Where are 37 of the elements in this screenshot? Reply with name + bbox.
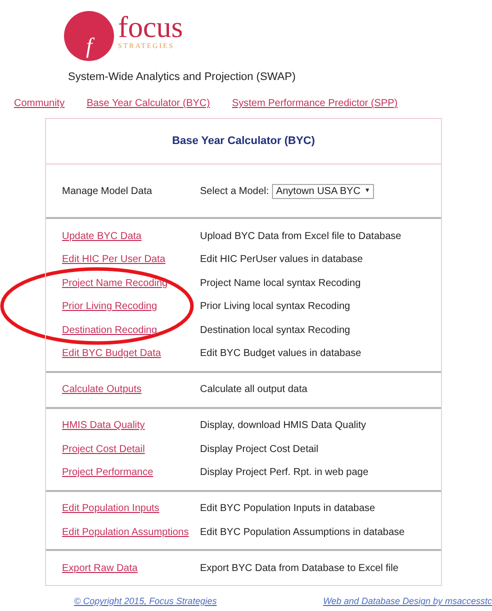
copyright-link[interactable]: © Copyright 2015, Focus Strategies (74, 596, 217, 606)
action-description: Edit HIC PerUser values in database (200, 254, 363, 265)
action-link[interactable]: Edit BYC Budget Data (62, 348, 161, 359)
action-link[interactable]: Project Cost Detail (62, 444, 145, 454)
app-subtitle: System-Wide Analytics and Projection (SWAP) (68, 71, 296, 83)
action-link[interactable]: Update BYC Data (62, 230, 142, 242)
nav-link[interactable]: Base Year Calculator (BYC) (86, 98, 210, 118)
panel-title: Base Year Calculator (BYC) (46, 119, 441, 165)
action-link[interactable]: Project Name Recoding (62, 278, 168, 288)
action-description: Display Project Perf. Rpt. in web page (200, 467, 368, 478)
action-description: Calculate all output data (200, 384, 308, 395)
action-link[interactable]: Destination Recoding (62, 324, 158, 336)
nav-link[interactable]: System Performance Predictor (SPP) (232, 98, 398, 118)
action-description: Edit BYC Population Inputs in database (200, 503, 376, 514)
action-link[interactable]: Edit Population Inputs (62, 503, 160, 514)
action-description: Display Project Cost Detail (200, 444, 318, 454)
action-link[interactable]: Calculate Outputs (62, 384, 142, 395)
action-link[interactable]: Prior Living Recoding (62, 301, 158, 312)
logo-monogram: f (86, 32, 92, 60)
logo-name: focus (118, 14, 183, 42)
action-link[interactable]: Edit Population Assumptions (62, 526, 189, 538)
action-description: Project Name local syntax Recoding (200, 278, 361, 288)
action-description: Edit BYC Population Assumptions in database (200, 526, 405, 538)
action-description: Export BYC Data from Database to Excel file (200, 562, 398, 574)
action-link[interactable]: Project Performance (62, 467, 154, 478)
action-description: Destination local syntax Recoding (200, 324, 350, 336)
action-description: Prior Living local syntax Recoding (200, 301, 350, 312)
action-link[interactable]: Export Raw Data (62, 562, 138, 574)
action-description: Upload BYC Data from Excel file to Database (200, 230, 402, 242)
select-label: Select a Model: (200, 186, 269, 196)
action-link[interactable]: Edit HIC Per User Data (62, 254, 166, 265)
designer-link[interactable]: Web and Database Design by msaccesstc (323, 596, 492, 606)
nav-link[interactable]: Community (14, 98, 65, 118)
action-description: Edit BYC Budget values in database (200, 348, 362, 359)
row-label: Manage Model Data (62, 186, 152, 196)
action-description: Display, download HMIS Data Quality (200, 420, 366, 431)
action-link[interactable]: HMIS Data Quality (62, 420, 145, 431)
